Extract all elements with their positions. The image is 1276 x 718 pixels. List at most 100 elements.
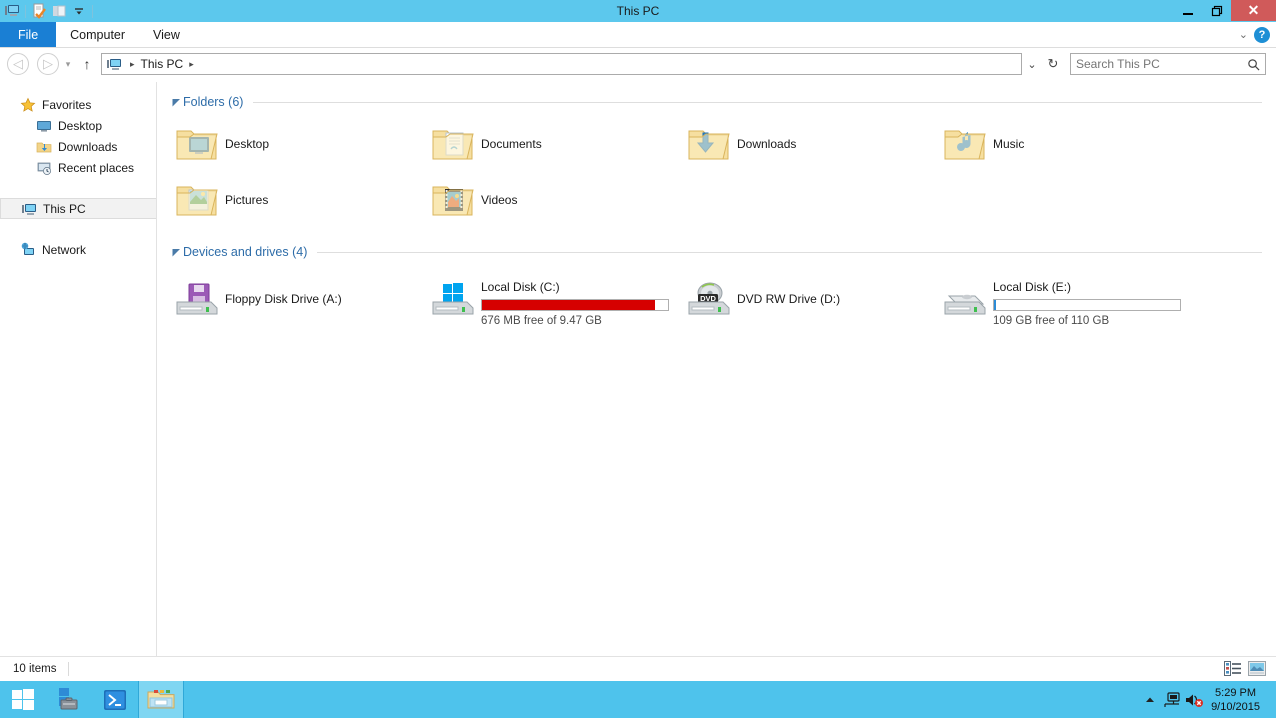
back-button[interactable]: ◁ [7,53,29,75]
refresh-icon[interactable]: ↻ [1042,56,1064,72]
restore-button[interactable] [1202,0,1231,21]
volume-muted-icon[interactable] [1183,692,1205,708]
drive-item[interactable]: Local Disk (C:) 676 MB free of 9.47 GB [425,270,681,328]
system-tray[interactable]: 5:29 PM 9/10/2015 [1139,681,1276,718]
taskbar-clock[interactable]: 5:29 PM 9/10/2015 [1205,686,1270,714]
search-icon[interactable] [1247,58,1260,71]
folder-item[interactable]: Videos [425,172,681,228]
collapse-triangle-icon[interactable] [169,248,183,257]
collapse-triangle-icon[interactable] [169,98,183,107]
recent-places-icon [36,160,52,176]
qat-separator [25,4,26,18]
group-header-folders[interactable]: Folders (6) [169,92,1262,112]
documents-folder-icon [425,124,481,164]
this-pc-icon[interactable] [2,1,22,21]
clock-time: 5:29 PM [1215,686,1257,699]
this-pc-icon [21,201,37,217]
new-folder-icon[interactable] [49,1,69,21]
up-button[interactable]: ↑ [77,56,97,72]
minimize-button[interactable] [1173,0,1202,21]
folder-label: Desktop [225,137,270,151]
navigation-pane[interactable]: Favorites Desktop Downloads Recent place… [0,82,157,656]
breadcrumb-separator-1[interactable]: ▸ [124,59,141,70]
quick-access-toolbar[interactable] [0,0,96,22]
group-divider [317,251,1262,253]
search-input[interactable] [1076,57,1247,71]
recent-locations-icon[interactable]: ▾ [59,59,77,70]
view-mode-buttons[interactable] [1224,661,1276,677]
drive-label: DVD RW Drive (D:) [737,292,841,306]
address-bar-row[interactable]: ◁ ▷ ▾ ↑ ▸ This PC ▸ ⌄ ↻ [0,48,1276,80]
sidebar-item-recent-places[interactable]: Recent places [0,157,156,178]
tab-view[interactable]: View [139,22,194,47]
tab-file[interactable]: File [0,22,57,47]
sidebar-item-favorites[interactable]: Favorites [0,94,156,115]
drive-label: Floppy Disk Drive (A:) [225,292,342,306]
taskbar[interactable]: 5:29 PM 9/10/2015 [0,681,1276,718]
window-controls[interactable]: ✕ [1173,0,1276,21]
network-icon [20,242,36,258]
close-button[interactable]: ✕ [1231,0,1276,21]
sidebar-label: Downloads [58,139,118,154]
network-icon[interactable] [1161,691,1183,708]
ribbon-tab-bar[interactable]: File Computer View ⌄ ? [0,22,1276,48]
address-input[interactable]: ▸ This PC ▸ [101,53,1022,75]
sidebar-item-desktop[interactable]: Desktop [0,115,156,136]
start-button[interactable] [0,681,46,718]
folder-item[interactable]: Downloads [681,116,937,172]
search-box[interactable] [1070,53,1266,75]
sidebar-item-network[interactable]: Network [0,239,156,260]
title-bar[interactable]: This PC ✕ [0,0,1276,22]
help-icon[interactable]: ? [1254,26,1270,43]
qat-separator-2 [92,4,93,18]
taskbar-item-server-manager[interactable] [46,681,92,718]
taskbar-item-powershell[interactable] [92,681,138,718]
item-count-label: 10 items [13,663,57,675]
drive-info: Local Disk (E:) 109 GB free of 110 GB [993,276,1181,327]
status-divider [68,662,70,676]
group-header-devices[interactable]: Devices and drives (4) [169,242,1262,262]
folder-item[interactable]: Documents [425,116,681,172]
details-view-icon[interactable] [1224,661,1242,677]
breadcrumb-separator-2[interactable]: ▸ [183,59,200,70]
properties-icon[interactable] [29,1,49,21]
status-bar: 10 items [0,656,1276,681]
customize-dropdown-icon[interactable] [69,1,89,21]
chevron-down-icon[interactable]: ⌄ [1239,28,1248,41]
folder-item[interactable]: Music [937,116,1193,172]
folder-item[interactable]: Desktop [169,116,425,172]
drive-item[interactable]: Floppy Disk Drive (A:) [169,270,425,328]
drive-info: Local Disk (C:) 676 MB free of 9.47 GB [481,276,669,327]
address-history-dropdown-icon[interactable]: ⌄ [1022,58,1042,71]
videos-folder-icon [425,180,481,220]
dvd-drive-icon: DVD [681,276,737,324]
star-icon [20,97,36,113]
tab-computer[interactable]: Computer [56,22,139,47]
taskbar-item-file-explorer[interactable] [138,681,184,718]
local-drive-icon [937,276,993,324]
drive-item[interactable]: Local Disk (E:) 109 GB free of 110 GB [937,270,1193,328]
ribbon-right-controls[interactable]: ⌄ ? [1239,22,1276,47]
large-icons-view-icon[interactable] [1248,661,1266,677]
folder-item[interactable]: Pictures [169,172,425,228]
music-folder-icon [937,124,993,164]
sidebar-label: Network [42,242,87,257]
drive-label: Local Disk (C:) [481,280,560,294]
desktop-folder-icon [169,124,225,164]
file-list-pane[interactable]: Folders (6) Desktop Documents Downloads … [157,82,1276,656]
clock-date: 9/10/2015 [1211,700,1260,713]
show-hidden-icons-icon[interactable] [1139,694,1161,706]
folder-label: Documents [481,137,542,151]
drive-item[interactable]: DVD DVD RW Drive (D:) [681,270,937,328]
sidebar-item-this-pc[interactable]: This PC [0,198,156,219]
folder-label: Pictures [225,193,269,207]
drive-free-space: 676 MB free of 9.47 GB [481,315,602,327]
folder-label: Videos [481,193,518,207]
breadcrumb-this-pc[interactable]: This PC [141,57,184,71]
drive-label: Local Disk (E:) [993,280,1072,294]
capacity-bar [481,299,669,311]
capacity-bar-fill [482,300,655,310]
forward-button[interactable]: ▷ [37,53,59,75]
sidebar-item-downloads[interactable]: Downloads [0,136,156,157]
this-pc-icon [106,56,122,72]
